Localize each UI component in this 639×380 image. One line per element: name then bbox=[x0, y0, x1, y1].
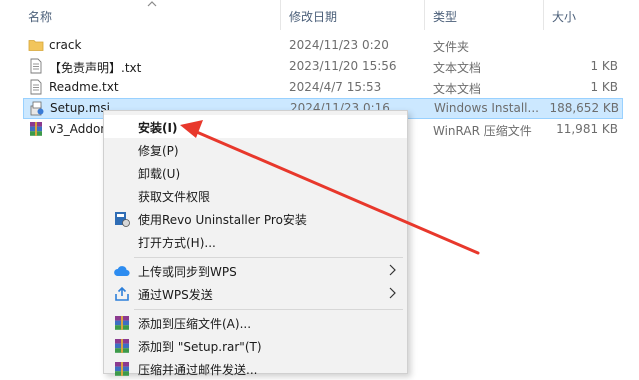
annotation-arrow bbox=[180, 120, 480, 255]
